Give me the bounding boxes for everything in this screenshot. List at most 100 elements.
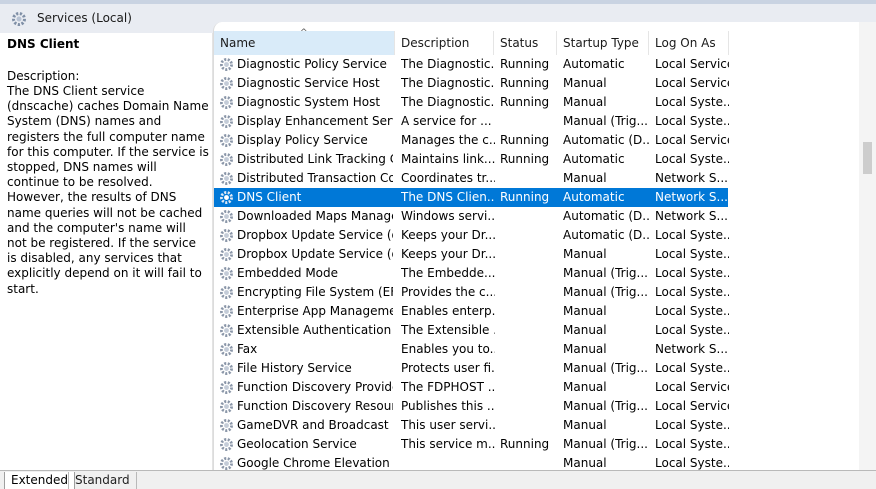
service-description: The Diagnostic... (401, 95, 495, 109)
service-startup-type: Manual (Trig... (563, 361, 648, 375)
table-row[interactable]: Dropbox Update Service (d... Keeps your D… (214, 245, 729, 264)
service-name: Google Chrome Elevation S... (237, 456, 393, 470)
table-row[interactable]: Downloaded Maps Manager Windows servi... A… (214, 207, 728, 226)
column-header-status[interactable]: Status (494, 31, 557, 55)
gear-icon (220, 267, 233, 280)
table-row[interactable]: Function Discovery Resourc... Publishes t… (214, 397, 729, 416)
service-log-on-as: Network S... (655, 171, 728, 185)
vertical-scrollbar[interactable] (859, 22, 876, 470)
column-header: Name ^ Description Status Startup Type L… (214, 28, 876, 55)
description-text: The DNS Client service (dnscache) caches… (7, 84, 209, 296)
service-name: Display Enhancement Service (237, 114, 393, 128)
gear-icon (220, 286, 233, 299)
service-status (500, 454, 560, 470)
column-header-name[interactable]: Name ^ (214, 28, 395, 55)
tab-extended[interactable]: Extended (4, 472, 75, 489)
service-name: File History Service (237, 361, 352, 375)
table-row[interactable]: Distributed Transaction Coo... Coordinate… (214, 169, 728, 188)
table-row[interactable]: Display Enhancement Service A service for… (214, 112, 729, 131)
services-list[interactable]: Name ^ Description Status Startup Type L… (213, 22, 876, 470)
description-pane: DNS Client Description: The DNS Client s… (0, 33, 213, 470)
service-startup-type: Manual (563, 342, 607, 356)
service-name: GameDVR and Broadcast Us... (237, 418, 393, 432)
service-description: The Embedde... (401, 266, 495, 280)
service-log-on-as: Local Service (655, 76, 729, 90)
service-name: Extensible Authentication P... (237, 323, 393, 337)
tab-standard[interactable]: Standard (68, 472, 137, 489)
table-row[interactable]: Dropbox Update Service (d... Keeps your D… (214, 226, 729, 245)
service-status (500, 283, 560, 302)
gear-icon (220, 77, 233, 90)
service-description: The Diagnostic... (401, 57, 495, 71)
service-description: This service m... (401, 437, 495, 451)
service-name: Downloaded Maps Manager (237, 209, 393, 223)
service-name: Diagnostic Policy Service (237, 57, 387, 71)
service-log-on-as: Network S... (655, 190, 728, 204)
table-row[interactable]: Geolocation Service This service m... Runn… (214, 435, 729, 454)
gear-icon (220, 172, 233, 185)
service-description: The FDPHOST ... (401, 380, 495, 394)
column-header-log-on-as[interactable]: Log On As (649, 31, 729, 55)
service-name: Diagnostic System Host (237, 95, 381, 109)
table-row[interactable]: Distributed Link Tracking Cli... Maintain… (214, 150, 729, 169)
table-row[interactable]: Enterprise App Managemen... Enables enter… (214, 302, 729, 321)
service-startup-type: Manual (563, 95, 607, 109)
service-description: The DNS Clien... (401, 190, 495, 204)
table-row[interactable]: Diagnostic Policy Service The Diagnostic.… (214, 55, 729, 74)
service-status: Running (500, 437, 550, 451)
service-name: DNS Client (237, 190, 302, 204)
table-row[interactable]: Embedded Mode The Embedde... Manual (Trig.… (214, 264, 729, 283)
service-log-on-as: Local Syste... (655, 247, 729, 261)
table-row[interactable]: Function Discovery Provide... The FDPHOST… (214, 378, 729, 397)
table-row[interactable]: Encrypting File System (EFS) Provides the… (214, 283, 729, 302)
service-startup-type: Manual (563, 380, 607, 394)
service-name: Distributed Link Tracking Cli... (237, 152, 393, 166)
gear-icon (220, 229, 233, 242)
service-description: The Extensible ... (401, 323, 495, 337)
service-log-on-as: Local Syste... (655, 266, 729, 280)
service-name: Dropbox Update Service (d... (237, 228, 393, 242)
table-row[interactable]: Google Chrome Elevation S... Manual Local … (214, 454, 729, 470)
service-startup-type: Manual (563, 247, 607, 261)
service-log-on-as: Local Service (655, 57, 729, 71)
service-description: Keeps your Dr... (401, 247, 495, 261)
service-status: Running (500, 57, 550, 71)
gear-icon (220, 457, 233, 470)
service-description: The Diagnostic... (401, 76, 495, 90)
service-name: Encrypting File System (EFS) (237, 285, 393, 299)
service-log-on-as: Network S... (655, 342, 728, 356)
service-name: Distributed Transaction Coo... (237, 171, 393, 185)
table-row[interactable]: Extensible Authentication P... The Extens… (214, 321, 729, 340)
service-log-on-as: Local Syste... (655, 285, 729, 299)
table-row[interactable]: Fax Enables you to... Manual Network S... (214, 340, 728, 359)
service-startup-type: Automatic (D... (563, 209, 651, 223)
table-row[interactable]: Display Policy Service Manages the c... Ru… (214, 131, 729, 150)
scrollbar-thumb[interactable] (863, 142, 872, 174)
service-status (500, 321, 560, 340)
gear-icon (220, 96, 233, 109)
gear-icon (220, 438, 233, 451)
column-header-startup-type[interactable]: Startup Type (557, 31, 649, 55)
table-row-selected[interactable]: DNS Client The DNS Clien... Running Automat… (214, 188, 728, 207)
service-log-on-as: Local Syste... (655, 361, 729, 375)
service-status (500, 340, 560, 359)
service-log-on-as: Local Service (655, 133, 729, 147)
service-status (500, 245, 560, 264)
table-row[interactable]: GameDVR and Broadcast Us... This user ser… (214, 416, 729, 435)
service-name: Enterprise App Managemen... (237, 304, 393, 318)
column-header-description[interactable]: Description (395, 31, 494, 55)
gear-icon (220, 115, 233, 128)
service-name: Function Discovery Provide... (237, 380, 393, 394)
gear-icon (220, 381, 233, 394)
service-status: Running (500, 95, 550, 109)
table-row[interactable]: Diagnostic Service Host The Diagnostic...… (214, 74, 729, 93)
service-startup-type: Automatic (563, 152, 625, 166)
service-status (500, 112, 560, 131)
service-description: A service for ... (401, 114, 492, 128)
service-description: Provides the c... (401, 285, 495, 299)
service-startup-type: Manual (563, 418, 607, 432)
service-description: This user servi... (401, 418, 495, 432)
service-log-on-as: Network S... (655, 209, 728, 223)
table-row[interactable]: Diagnostic System Host The Diagnostic... R… (214, 93, 729, 112)
table-row[interactable]: File History Service Protects user fi... M… (214, 359, 729, 378)
